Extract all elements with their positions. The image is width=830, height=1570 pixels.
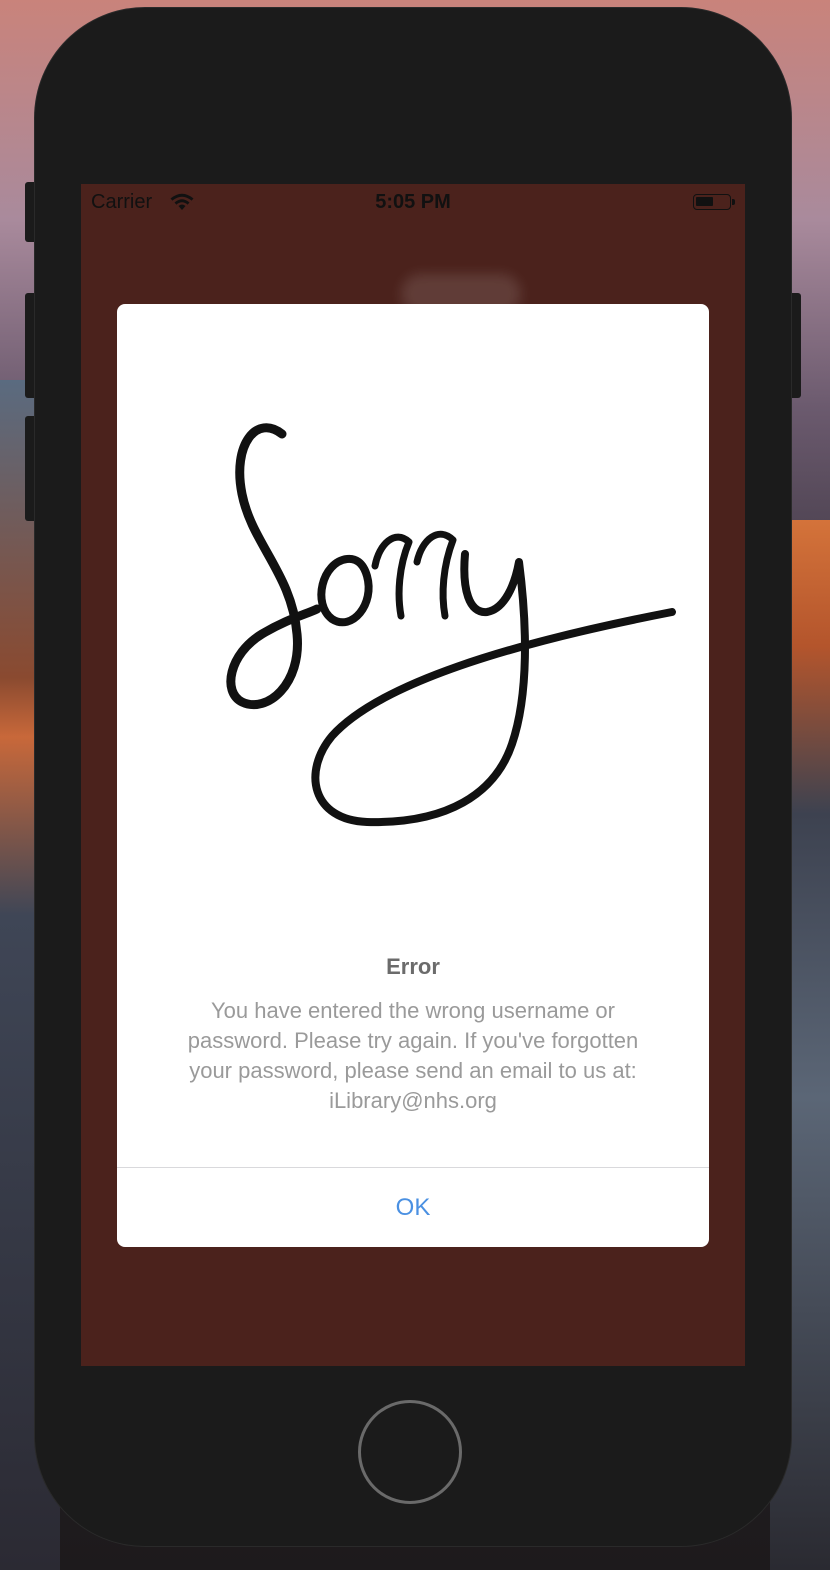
ok-button[interactable]: OK xyxy=(117,1168,709,1247)
battery-icon xyxy=(693,194,735,210)
battery-level xyxy=(696,197,713,206)
alert-message: You have entered the wrong username or p… xyxy=(187,998,639,1113)
sorry-lettering-image xyxy=(226,423,676,827)
status-time: 5:05 PM xyxy=(375,191,451,213)
alert-title: Error xyxy=(386,954,440,979)
error-alert-dialog: Error You have entered the wrong usernam… xyxy=(117,304,709,1247)
battery-tip xyxy=(732,199,735,205)
home-button[interactable] xyxy=(358,1400,462,1504)
app-screen: Carrier 5:05 PM Error You have entered t… xyxy=(81,184,745,1366)
status-bar: Carrier 5:05 PM xyxy=(81,184,745,222)
